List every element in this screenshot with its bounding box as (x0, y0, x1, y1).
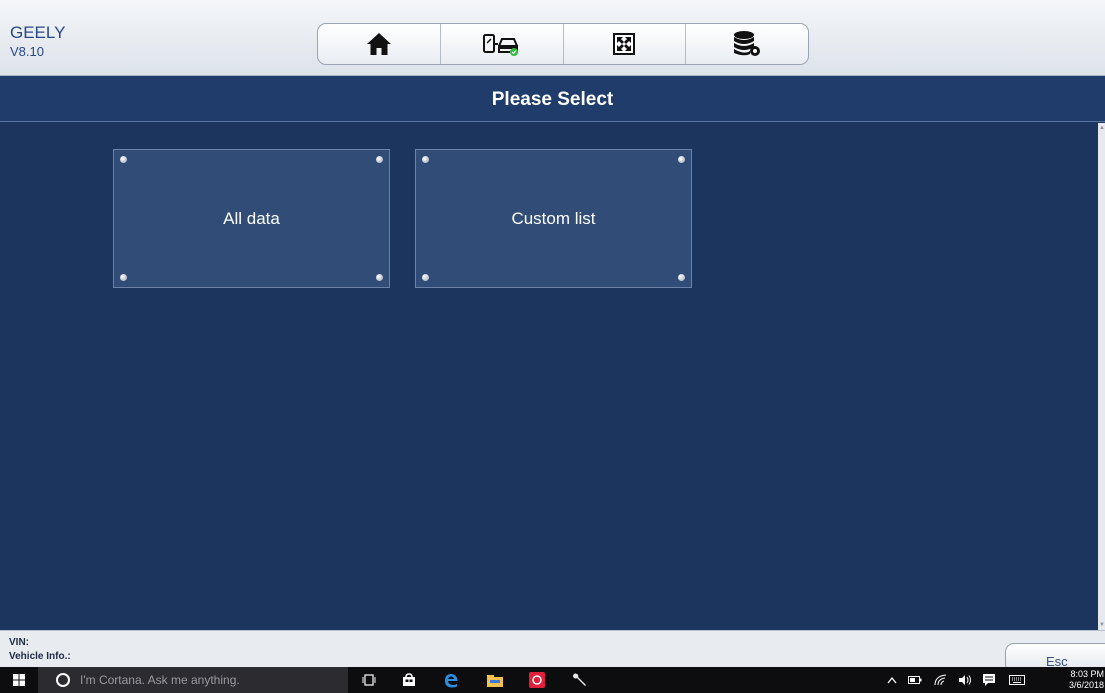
fullscreen-icon (613, 33, 636, 55)
page-title: Please Select (491, 89, 614, 110)
screw-icon (120, 274, 127, 281)
taskbar-clock[interactable]: 8:03 PM 3/6/2018 (1048, 669, 1104, 691)
screw-icon (422, 156, 429, 163)
app-launcher-button[interactable] (526, 667, 548, 693)
brand-block: GEELY V8.10 (10, 24, 65, 61)
store-bag-icon (403, 673, 415, 686)
vehicle-connect-button[interactable] (441, 24, 564, 64)
screw-icon (376, 156, 383, 163)
screw-icon (678, 274, 685, 281)
edge-browser-button[interactable] (440, 667, 462, 693)
cortana-icon (56, 673, 70, 687)
screw-icon (678, 156, 685, 163)
edge-icon (445, 674, 458, 688)
folder-icon (487, 674, 503, 687)
home-button[interactable] (318, 24, 441, 64)
scroll-up-icon[interactable]: ▲ (1099, 125, 1105, 131)
scroll-down-icon[interactable]: ▼ (1099, 622, 1105, 628)
tile-label: All data (223, 208, 280, 228)
task-view-button[interactable] (358, 667, 380, 693)
cortana-search-box[interactable]: I'm Cortana. Ask me anything. (38, 667, 348, 693)
touch-keyboard-button[interactable] (1006, 667, 1028, 693)
red-app-icon (529, 672, 545, 688)
clock-date: 3/6/2018 (1068, 680, 1104, 690)
selection-panel: All data Custom list (0, 123, 1098, 630)
main-toolbar (317, 23, 809, 65)
screw-icon (120, 156, 127, 163)
title-bar: Please Select (0, 76, 1105, 122)
brand-name: GEELY (10, 23, 66, 42)
wifi-icon (934, 674, 947, 686)
windows-start-button[interactable] (8, 667, 30, 693)
wrench-icon (573, 673, 586, 686)
windows-logo-icon (13, 674, 25, 686)
store-button[interactable] (398, 667, 420, 693)
screw-icon (422, 274, 429, 281)
action-center-button[interactable] (980, 667, 998, 693)
all-data-tile[interactable]: All data (113, 149, 390, 288)
clock-time: 8:03 PM (1070, 669, 1104, 679)
vehicle-connect-icon (482, 34, 518, 56)
cortana-placeholder: I'm Cortana. Ask me anything. (80, 673, 240, 687)
keyboard-icon (1009, 675, 1025, 685)
chevron-up-icon (887, 676, 897, 684)
app-header: GEELY V8.10 (0, 0, 1105, 76)
windows-taskbar: I'm Cortana. Ask me anything. 8:03 PM 3/… (0, 667, 1105, 693)
database-settings-button[interactable] (686, 24, 808, 64)
network-status[interactable] (932, 667, 950, 693)
screw-icon (376, 274, 383, 281)
custom-list-tile[interactable]: Custom list (415, 149, 692, 288)
battery-icon (908, 676, 922, 684)
fullscreen-button[interactable] (564, 24, 687, 64)
vertical-scrollbar[interactable]: ▲ ▼ (1098, 123, 1105, 630)
speaker-icon (959, 675, 971, 685)
battery-status[interactable] (906, 667, 924, 693)
diagnostic-tool-button[interactable] (568, 667, 590, 693)
volume-control[interactable] (956, 667, 974, 693)
show-hidden-icons-button[interactable] (884, 667, 900, 693)
tile-label: Custom list (511, 208, 596, 228)
vehicle-info-label: Vehicle Info.: (9, 651, 71, 662)
vehicle-info-footer: VIN: Vehicle Info.: Esc (0, 630, 1105, 673)
database-settings-icon (734, 31, 761, 56)
notification-icon (983, 674, 995, 686)
file-explorer-button[interactable] (484, 667, 506, 693)
vin-label: VIN: (9, 637, 29, 648)
home-icon (366, 33, 391, 55)
task-view-icon (362, 674, 376, 686)
app-version: V8.10 (10, 44, 44, 59)
